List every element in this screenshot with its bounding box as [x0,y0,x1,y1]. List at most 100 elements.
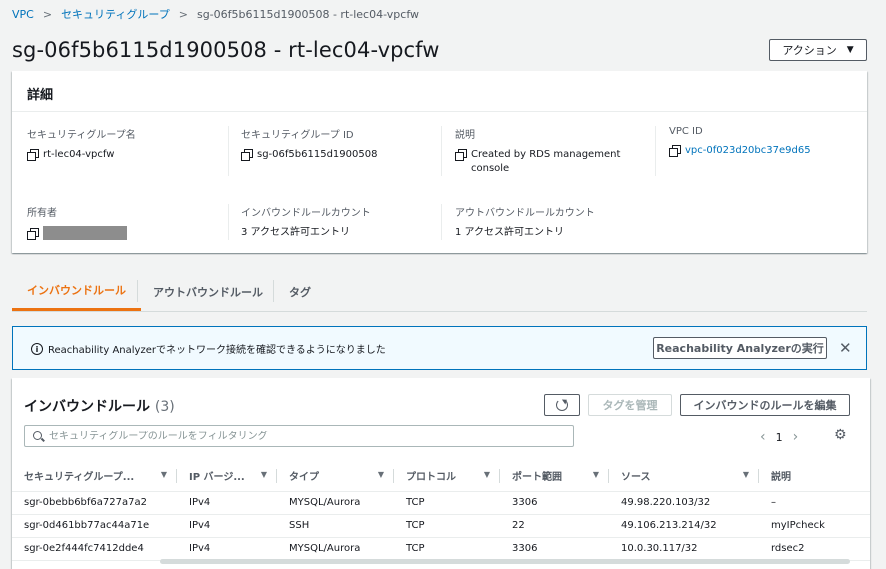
close-icon[interactable]: ✕ [839,339,852,357]
rules-table: セキュリティグループ... ▼ IP バージ... ▼ タイプ ▼ プロトコル ▼ ポー… [12,461,870,561]
tab-tags[interactable]: タグ [274,272,326,311]
tab-inbound-rules[interactable]: インバウンドルール [12,272,141,311]
description-cell: myIPcheck [759,514,870,538]
table-row[interactable]: sgr-0e2f444fc7412dde4 IPv4 MYSQL/Aurora … [12,537,870,561]
table-row[interactable]: sgr-0bebb6bf6a727a7a2 IPv4 MYSQL/Aurora … [12,491,870,515]
search-icon [33,431,42,440]
breadcrumb-security-groups[interactable]: セキュリティグループ [61,6,170,22]
inbound-count-field: インバウンドルールカウント 3 アクセス許可エントリ [241,204,371,240]
column-header[interactable]: タイプ ▼ [277,461,394,492]
details-panel: 詳細 セキュリティグループ名 rt-lec04-vpcfw セキュリティグループ… [12,71,867,253]
tab-outbound-rules[interactable]: アウトバウンドルール [138,272,278,311]
inbound-rules-panel: インバウンドルール (3) タグを管理 インバウンドのルールを編集 ‹ 1 › … [12,378,870,569]
outbound-count-value: 1 アクセス許可エントリ [455,227,565,238]
gear-icon[interactable]: ⚙ [834,427,847,443]
horizontal-scrollbar[interactable] [160,559,850,564]
ip-version-cell: IPv4 [177,537,277,561]
rules-title: インバウンドルール (3) [24,396,175,416]
ip-version-cell: IPv4 [177,514,277,538]
chevron-left-icon[interactable]: ‹ [760,429,766,445]
info-banner: i Reachability Analyzerでネットワーク接続を確認できるよう… [12,326,867,370]
type-cell: SSH [277,514,394,538]
vpc-id-label: VPC ID [669,126,703,137]
sg-id-label: セキュリティグループ ID [241,130,354,141]
details-heading: 詳細 [12,71,867,112]
info-banner-message: Reachability Analyzerでネットワーク接続を確認できるようにな… [48,345,386,356]
column-header[interactable]: 説明 [759,461,870,492]
inbound-count-label: インバウンドルールカウント [241,208,371,219]
sort-icon: ▼ [592,470,599,479]
type-cell: MYSQL/Aurora [277,491,394,515]
description-label: 説明 [455,130,475,141]
source-cell: 49.106.213.214/32 [609,514,759,538]
port-range-cell: 22 [500,514,609,538]
refresh-icon [556,399,568,411]
rule-id-cell: sgr-0e2f444fc7412dde4 [12,537,177,561]
copy-icon[interactable] [669,145,681,157]
description-cell: – [759,491,870,515]
ip-version-cell: IPv4 [177,491,277,515]
page-number[interactable]: 1 [776,431,783,444]
sort-icon: ▼ [742,470,749,479]
owner-value-redacted [43,226,127,240]
sort-icon: ▼ [260,470,267,479]
sg-name-value: rt-lec04-vpcfw [43,149,115,160]
description-value: Created by RDS management console [471,149,621,174]
column-header[interactable]: IP バージ... ▼ [177,461,277,492]
owner-label: 所有者 [27,208,57,219]
actions-button[interactable]: アクション ▼ [769,39,867,61]
owner-field: 所有者 [27,204,127,240]
caret-down-icon: ▼ [846,45,854,55]
protocol-cell: TCP [394,514,500,538]
chevron-right-icon: > [42,7,53,21]
copy-icon[interactable] [455,149,467,161]
outbound-count-field: アウトバウンドルールカウント 1 アクセス許可エントリ [455,204,595,240]
sort-icon: ▼ [160,470,167,479]
info-icon: i [31,343,43,355]
table-row[interactable]: sgr-0d461bb77ac44a71e IPv4 SSH TCP 22 49… [12,514,870,538]
breadcrumb-vpc[interactable]: VPC [12,8,34,21]
chevron-right-icon: > [178,7,188,21]
column-header[interactable]: ポート範囲 ▼ [500,461,609,492]
vpc-id-link[interactable]: vpc-0f023d20bc37e9d65 [685,144,811,158]
run-reachability-analyzer-button[interactable]: Reachability Analyzerの実行 [653,337,827,359]
breadcrumb: VPC > セキュリティグループ > sg-06f5b6115d1900508 … [12,6,419,22]
sg-id-value: sg-06f5b6115d1900508 [257,149,378,160]
description-cell: rdsec2 [759,537,870,561]
sg-name-label: セキュリティグループ名 [27,130,136,141]
chevron-right-icon[interactable]: › [793,429,799,445]
filter-input[interactable] [49,430,573,442]
protocol-cell: TCP [394,537,500,561]
sg-id-field: セキュリティグループ ID sg-06f5b6115d1900508 [241,126,377,162]
filter-search-box [24,425,574,447]
type-cell: MYSQL/Aurora [277,537,394,561]
rule-id-cell: sgr-0bebb6bf6a727a7a2 [12,491,177,515]
source-cell: 49.98.220.103/32 [609,491,759,515]
page-title: sg-06f5b6115d1900508 - rt-lec04-vpcfw [12,38,440,62]
port-range-cell: 3306 [500,537,609,561]
rules-count: (3) [154,399,175,415]
pagination: ‹ 1 › [760,429,798,445]
actions-label: アクション [782,44,837,57]
table-header-row: セキュリティグループ... ▼ IP バージ... ▼ タイプ ▼ プロトコル ▼ ポー… [12,461,870,492]
sort-icon: ▼ [483,470,490,479]
rules-title-text: インバウンドルール [24,399,150,415]
manage-tags-button[interactable]: タグを管理 [588,394,672,416]
protocol-cell: TCP [394,491,500,515]
description-field: 説明 Created by RDS management console [455,126,625,176]
refresh-button[interactable] [544,394,580,416]
column-header[interactable]: プロトコル ▼ [394,461,500,492]
outbound-count-label: アウトバウンドルールカウント [455,208,595,219]
tab-bar: インバウンドルール アウトバウンドルール タグ [12,272,867,312]
inbound-count-value: 3 アクセス許可エントリ [241,227,351,238]
edit-inbound-rules-button[interactable]: インバウンドのルールを編集 [680,394,850,416]
column-header[interactable]: セキュリティグループ... ▼ [12,461,177,492]
source-cell: 10.0.30.117/32 [609,537,759,561]
copy-icon[interactable] [241,149,253,161]
copy-icon[interactable] [27,149,39,161]
sort-icon: ▼ [377,470,384,479]
column-header[interactable]: ソース ▼ [609,461,759,492]
breadcrumb-current: sg-06f5b6115d1900508 - rt-lec04-vpcfw [196,7,419,21]
copy-icon[interactable] [27,227,39,240]
rule-id-cell: sgr-0d461bb77ac44a71e [12,514,177,538]
